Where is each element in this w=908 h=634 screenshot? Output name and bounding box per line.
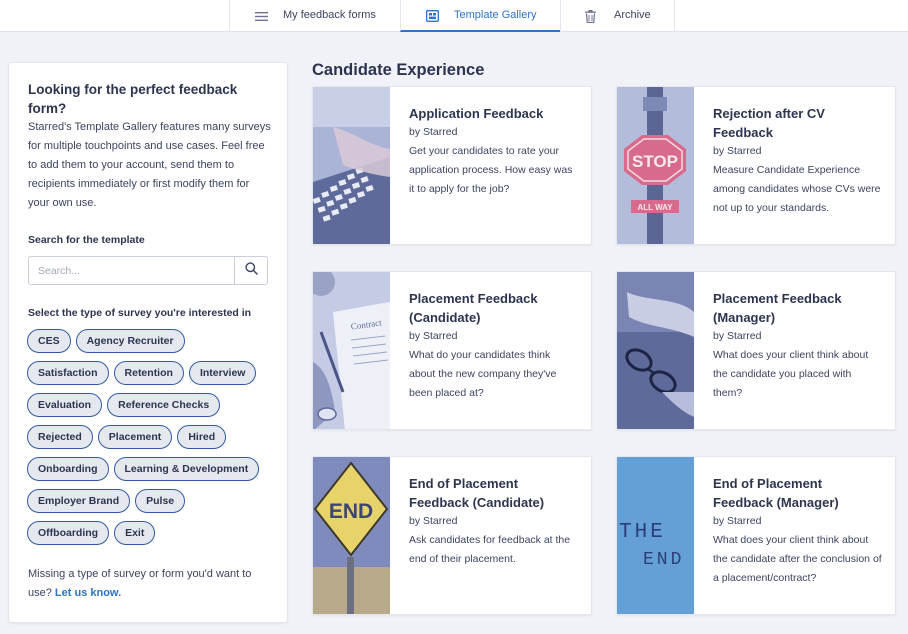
tag-interview[interactable]: Interview — [188, 361, 257, 385]
card-body: Rejection after CV Feedback by Starred M… — [713, 104, 883, 218]
card-title: Placement Feedback (Manager) — [713, 291, 842, 325]
tag-evaluation[interactable]: Evaluation — [27, 393, 103, 417]
list-icon — [254, 9, 268, 23]
card-author: by Starred — [409, 126, 458, 138]
card-description: Ask candidates for feedback at the end o… — [409, 534, 571, 565]
survey-type-label: Select the type of survey you're interes… — [28, 307, 252, 319]
tab-label: My feedback forms — [283, 9, 376, 21]
tag-ces[interactable]: CES — [27, 329, 71, 353]
card-description: What do your candidates think about the … — [409, 349, 557, 399]
all-way-text: ALL WAY — [637, 203, 673, 212]
tab-archive[interactable]: Archive — [560, 0, 675, 32]
card-body: Placement Feedback (Candidate) by Starre… — [409, 289, 579, 403]
card-title: End of Placement Feedback (Candidate) — [409, 476, 545, 510]
card-author: by Starred — [713, 145, 762, 157]
tab-label: Template Gallery — [454, 9, 537, 21]
card-body: End of Placement Feedback (Candidate) by… — [409, 474, 579, 569]
tag-offboarding[interactable]: Offboarding — [27, 521, 110, 545]
card-body: Application Feedback by Starred Get your… — [409, 104, 579, 199]
tag-employer-brand[interactable]: Employer Brand — [27, 489, 131, 513]
top-nav: My feedback forms Template Gallery Archi… — [0, 0, 908, 32]
tag-hired[interactable]: Hired — [177, 425, 227, 449]
tab-template-gallery[interactable]: Template Gallery — [400, 0, 560, 32]
card-body: Placement Feedback (Manager) by Starred … — [713, 289, 883, 403]
trash-icon — [583, 9, 597, 23]
card-body: End of Placement Feedback (Manager) by S… — [713, 474, 883, 588]
tab-label: Archive — [614, 9, 651, 21]
card-description: What does your client think about the ca… — [713, 349, 869, 399]
tag-reference-checks[interactable]: Reference Checks — [107, 393, 221, 417]
tag-rejected[interactable]: Rejected — [27, 425, 93, 449]
filter-sidebar: Looking for the perfect feedback form? S… — [8, 62, 288, 623]
card-author: by Starred — [409, 330, 458, 342]
tag-exit[interactable]: Exit — [114, 521, 156, 545]
template-card-placement-manager[interactable]: Placement Feedback (Manager) by Starred … — [616, 271, 896, 430]
the-text: THE — [619, 521, 666, 544]
template-card-end-placement-candidate[interactable]: END End of Placement Feedback (Candidate… — [312, 456, 592, 615]
template-card-end-placement-manager[interactable]: THE END End of Placement Feedback (Manag… — [616, 456, 896, 615]
tag-learning-development[interactable]: Learning & Development — [113, 457, 260, 481]
survey-type-tags: CES Agency Recruiter Satisfaction Retent… — [27, 329, 277, 553]
sidebar-title: Looking for the perfect feedback form? — [28, 82, 238, 116]
glasses-hand-image — [617, 272, 694, 429]
card-title: Placement Feedback (Candidate) — [409, 291, 538, 325]
missing-survey-note: Missing a type of survey or form you'd w… — [28, 565, 273, 603]
stop-sign-text: STOP — [632, 152, 678, 171]
contract-image: Contract — [313, 272, 390, 429]
tag-pulse[interactable]: Pulse — [135, 489, 186, 513]
end-text: END — [643, 550, 684, 570]
section-title: Candidate Experience — [312, 61, 485, 79]
tag-placement[interactable]: Placement — [97, 425, 173, 449]
tag-agency-recruiter[interactable]: Agency Recruiter — [75, 329, 185, 353]
search-label: Search for the template — [28, 234, 145, 246]
template-card-rejection-after-cv[interactable]: STOP ALL WAY Rejection after CV Feedback… — [616, 86, 896, 245]
card-title: End of Placement Feedback (Manager) — [713, 476, 839, 510]
search-button[interactable] — [234, 257, 267, 284]
card-author: by Starred — [409, 515, 458, 527]
search-icon — [244, 261, 258, 280]
tag-onboarding[interactable]: Onboarding — [27, 457, 109, 481]
card-title: Rejection after CV Feedback — [713, 106, 825, 140]
the-end-image: THE END — [617, 457, 694, 614]
tag-satisfaction[interactable]: Satisfaction — [27, 361, 109, 385]
tag-retention[interactable]: Retention — [113, 361, 184, 385]
search-box — [28, 256, 268, 285]
keyboard-image — [313, 87, 390, 244]
template-card-application-feedback[interactable]: Application Feedback by Starred Get your… — [312, 86, 592, 245]
card-description: What does your client think about the ca… — [713, 534, 882, 584]
let-us-know-link[interactable]: Let us know. — [55, 587, 121, 599]
sidebar-description: Starred's Template Gallery features many… — [28, 121, 271, 209]
tab-my-feedback-forms[interactable]: My feedback forms — [229, 0, 400, 32]
stop-sign-image: STOP ALL WAY — [617, 87, 694, 244]
card-title: Application Feedback — [409, 106, 544, 121]
card-description: Get your candidates to rate your applica… — [409, 145, 573, 195]
search-input[interactable] — [29, 257, 235, 284]
gallery-icon — [425, 9, 439, 23]
end-sign-image: END — [313, 457, 390, 614]
card-author: by Starred — [713, 515, 762, 527]
template-card-placement-candidate[interactable]: Contract Placement Feedback (Candidate) … — [312, 271, 592, 430]
end-sign-text: END — [329, 500, 373, 523]
card-description: Measure Candidate Experience among candi… — [713, 164, 881, 214]
card-author: by Starred — [713, 330, 762, 342]
